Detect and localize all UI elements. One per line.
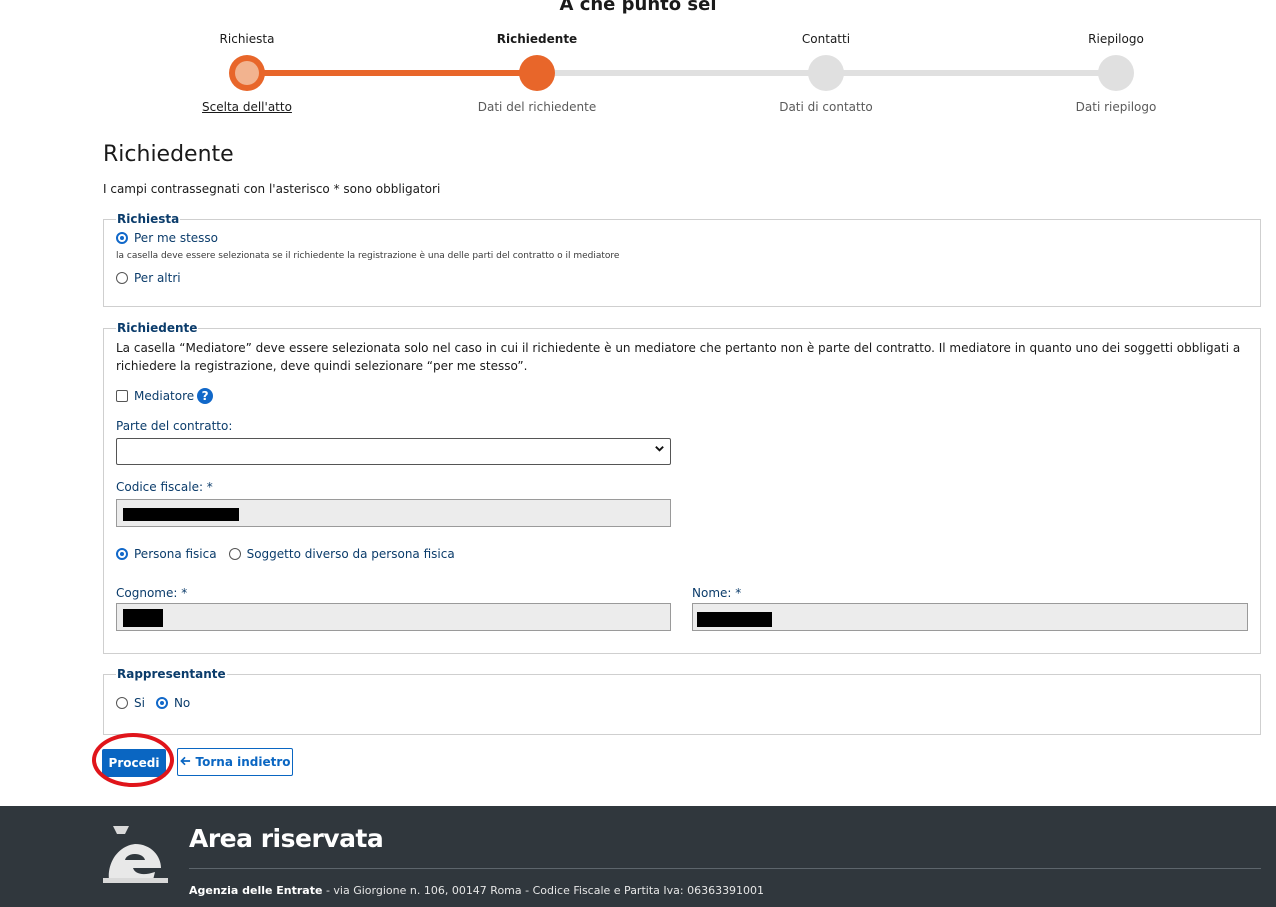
site-footer: Area riservata Agenzia delle Entrate - v… (0, 806, 1276, 907)
nome-field[interactable] (692, 603, 1248, 631)
tipo-soggetto-group: Persona fisica Soggetto diverso da perso… (116, 547, 1248, 561)
nome-group: Nome: * (692, 586, 1248, 631)
nominativo-row: Cognome: * Nome: * (116, 586, 1248, 631)
step-label: Riepilogo (1088, 32, 1144, 46)
radio-per-altri[interactable]: Per altri (116, 271, 1248, 285)
radio-label: Per me stesso (134, 231, 219, 245)
redacted-value (697, 612, 772, 627)
footer-info: Agenzia delle Entrate - via Giorgione n.… (189, 884, 764, 897)
radio-per-me-stesso[interactable]: Per me stesso (116, 231, 1248, 245)
step-sublabel: Dati di contatto (779, 100, 873, 114)
rappresentante-legend: Rappresentante (117, 667, 226, 681)
per-me-stesso-hint: la casella deve essere selezionata se il… (116, 251, 620, 261)
checkbox-label: Mediatore (134, 389, 195, 403)
rappresentante-fieldset: Rappresentante Si No (103, 667, 1261, 735)
agency-name: Agenzia delle Entrate (189, 884, 323, 897)
richiedente-fieldset: Richiedente La casella “Mediatore” deve … (103, 321, 1261, 654)
redacted-value (123, 508, 239, 521)
page-title: Richiedente (103, 142, 234, 167)
radio-label: Si (134, 696, 145, 710)
nome-label: Nome: * (692, 586, 742, 600)
step-todo-dot (808, 55, 844, 91)
step-sublabel: Dati riepilogo (1075, 100, 1157, 114)
redacted-value (123, 609, 163, 627)
radio-persona-fisica[interactable]: Persona fisica (116, 547, 217, 561)
codice-fiscale-label: Codice fiscale: * (116, 480, 213, 494)
step-sublabel: Dati del richiedente (477, 100, 597, 114)
richiesta-legend: Richiesta (117, 212, 180, 226)
step-current-dot (519, 55, 555, 91)
footer-divider (189, 868, 1261, 869)
step-richiedente: Richiedente Dati del richiedente (437, 30, 637, 114)
radio-label: Soggetto diverso da persona fisica (246, 547, 455, 561)
step-link-scelta-atto[interactable]: Scelta dell'atto (147, 100, 347, 114)
button-label: Torna indietro (195, 755, 291, 769)
step-riepilogo: Riepilogo Dati riepilogo (1016, 30, 1216, 114)
arrow-left-icon (179, 755, 191, 769)
step-label: Richiesta (219, 32, 275, 46)
codice-fiscale-field[interactable] (116, 499, 671, 527)
chevron-down-icon (654, 443, 665, 457)
rappresentante-options: Si No (116, 696, 1248, 710)
radio-no[interactable]: No (155, 696, 191, 710)
radio-soggetto-diverso[interactable]: Soggetto diverso da persona fisica (228, 547, 455, 561)
radio-button-selected[interactable] (155, 697, 168, 709)
parte-contratto-label: Parte del contratto: (116, 419, 233, 433)
radio-button[interactable] (116, 697, 128, 709)
radio-label: No (173, 696, 191, 710)
richiesta-fieldset: Richiesta Per me stesso la casella deve … (103, 212, 1261, 307)
cognome-field[interactable] (116, 603, 671, 631)
step-todo-dot (1098, 55, 1134, 91)
step-label: Richiedente (496, 32, 578, 46)
footer-title: Area riservata (189, 824, 384, 853)
mediatore-info-text: La casella “Mediatore” deve essere selez… (116, 341, 1241, 373)
stepper-title: A che punto sei (559, 0, 717, 15)
radio-label: Per altri (134, 271, 181, 285)
agency-address: - via Giorgione n. 106, 00147 Roma - Cod… (322, 884, 765, 897)
radio-button-selected[interactable] (116, 548, 128, 560)
required-fields-note: I campi contrassegnati con l'asterisco *… (103, 182, 441, 196)
richiedente-legend: Richiedente (117, 321, 198, 335)
step-richiesta: Richiesta Scelta dell'atto (147, 30, 347, 114)
procedi-button[interactable]: Procedi (102, 749, 166, 777)
radio-si[interactable]: Si (116, 696, 145, 710)
step-done-dot (229, 55, 265, 91)
agenzia-entrate-logo-icon (103, 824, 168, 884)
progress-stepper: Richiesta Scelta dell'atto Richiedente D… (0, 30, 1276, 125)
radio-button[interactable] (228, 548, 241, 560)
parte-contratto-select[interactable] (116, 438, 671, 465)
step-contatti: Contatti Dati di contatto (726, 30, 926, 114)
torna-indietro-button[interactable]: Torna indietro (177, 748, 293, 776)
radio-button-selected[interactable] (116, 232, 128, 244)
cognome-group: Cognome: * (116, 586, 671, 631)
step-label: Contatti (801, 32, 851, 46)
help-icon[interactable]: ? (197, 388, 214, 404)
radio-button[interactable] (116, 272, 128, 284)
mediatore-checkbox-row[interactable]: Mediatore ? (116, 388, 1248, 404)
cognome-label: Cognome: * (116, 586, 188, 600)
mediatore-checkbox[interactable] (116, 390, 128, 402)
radio-label: Persona fisica (134, 547, 217, 561)
